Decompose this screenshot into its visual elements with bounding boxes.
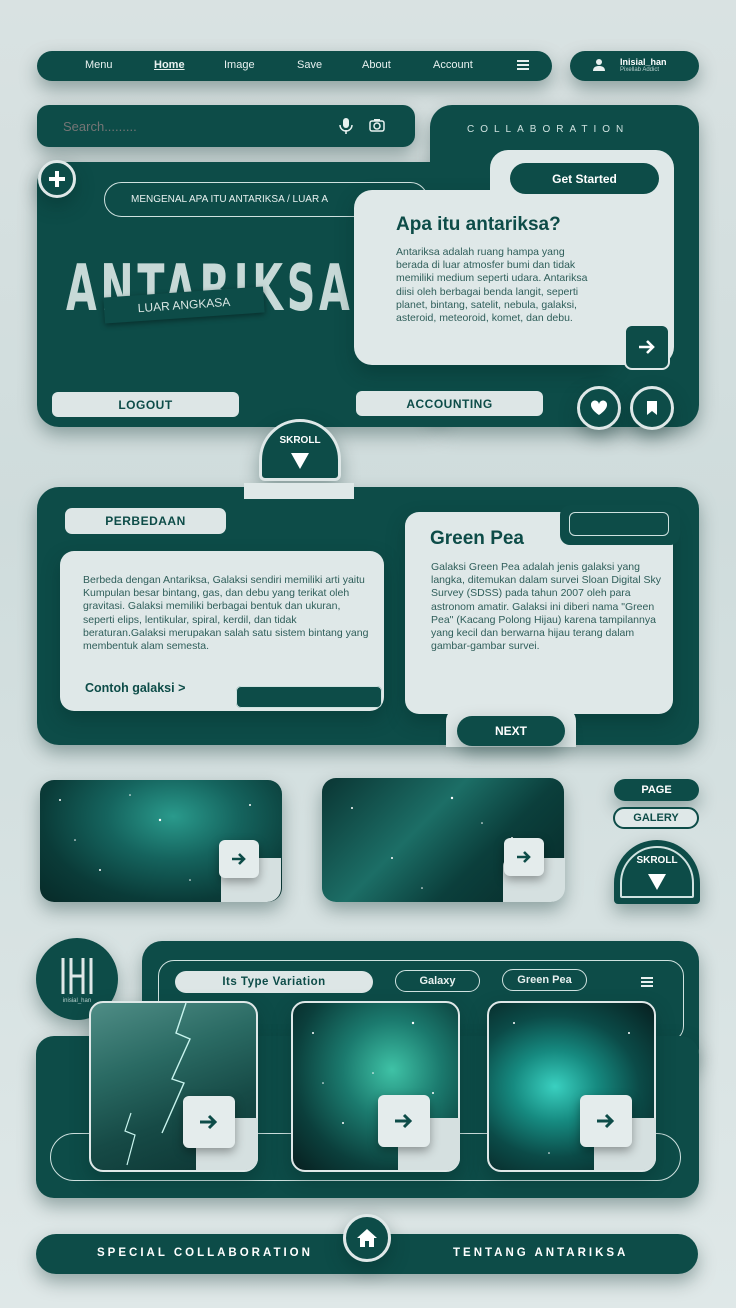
plus-icon (49, 171, 65, 187)
nav-image[interactable]: Image (224, 59, 255, 71)
scroll-label: SKROLL (279, 435, 321, 446)
nav-menu[interactable]: Menu (85, 59, 113, 71)
nav-home[interactable]: Home (154, 59, 185, 71)
next-button[interactable]: NEXT (457, 716, 565, 746)
hero-arrow-button[interactable] (624, 324, 670, 370)
top-nav: Menu Home Image Save About Account (37, 51, 552, 81)
user-icon (592, 58, 606, 72)
tab-galaxy[interactable]: Galaxy (395, 970, 480, 992)
footer-special-collaboration[interactable]: SPECIAL COLLABORATION (97, 1247, 313, 1259)
scroll-button[interactable]: SKROLL (259, 419, 341, 481)
search-input[interactable] (63, 115, 303, 137)
galaxy-definition-text: Berbeda dengan Antariksa, Galaksi sendir… (83, 574, 369, 653)
home-icon (357, 1229, 377, 1247)
nav-save[interactable]: Save (297, 59, 322, 71)
logo-mark-icon (61, 958, 93, 994)
footer-tentang-antariksa[interactable]: TENTANG ANTARIKSA (453, 1247, 628, 1259)
hero-card-title: Apa itu antariksa? (396, 214, 561, 235)
triangle-down-icon (648, 874, 666, 890)
arrow-right-icon (395, 1113, 413, 1129)
hamburger-icon-2[interactable] (641, 976, 653, 988)
logout-button[interactable]: LOGOUT (52, 392, 239, 417)
get-started-label[interactable]: Get Started (510, 163, 659, 194)
bookmark-button[interactable] (630, 386, 674, 430)
hero-big-title: ANTARIKSA (66, 252, 354, 326)
galery-button[interactable]: GALERY (613, 807, 699, 829)
arrow-right-icon (232, 853, 246, 865)
image2-arrow-button[interactable] (504, 838, 544, 876)
scroll-label-2: SKROLL (636, 855, 678, 866)
search-bar (37, 105, 415, 147)
card3-arrow-button[interactable] (580, 1095, 632, 1147)
nav-about[interactable]: About (362, 59, 391, 71)
collab-label: COLLABORATION (467, 124, 630, 135)
favorite-button[interactable] (577, 386, 621, 430)
tab-green-pea[interactable]: Green Pea (502, 969, 587, 991)
arrow-right-icon (639, 340, 655, 354)
green-pea-title: Green Pea (430, 528, 524, 549)
triangle-down-icon (291, 453, 309, 469)
hamburger-icon[interactable] (517, 59, 529, 71)
perbedaan-tag[interactable]: PERBEDAAN (65, 508, 226, 534)
nav-account[interactable]: Account (433, 59, 473, 71)
card2-arrow-button[interactable] (378, 1095, 430, 1147)
heart-icon (590, 400, 608, 415)
logo-caption: inisial_han (62, 998, 92, 1004)
hero-card-text: Antariksa adalah ruang hampa yang berada… (396, 246, 588, 325)
green-pea-text: Galaksi Green Pea adalah jenis galaksi y… (431, 561, 661, 653)
arrow-right-icon (597, 1113, 615, 1129)
panel-notch (244, 483, 354, 499)
image1-arrow-button[interactable] (219, 840, 259, 878)
profile-name: Inisial_han (620, 57, 667, 67)
arrow-right-icon (517, 851, 531, 863)
profile-subtitle: Pixellab Addict (620, 67, 660, 73)
microphone-icon[interactable] (339, 117, 353, 135)
arrow-right-icon (200, 1114, 218, 1130)
empty-field-left-outline (236, 686, 382, 708)
page-button[interactable]: PAGE (614, 779, 699, 801)
add-button[interactable] (38, 160, 76, 198)
card1-arrow-button[interactable] (183, 1096, 235, 1148)
contoh-galaksi-link[interactable]: Contoh galaksi > (85, 681, 185, 695)
home-button[interactable] (343, 1214, 391, 1262)
empty-field-right[interactable] (569, 512, 669, 536)
type-variation-heading: Its Type Variation (175, 971, 373, 993)
bookmark-icon (647, 401, 657, 415)
profile-chip[interactable]: Inisial_han Pixellab Addict (570, 51, 699, 81)
scroll-button-2[interactable]: SKROLL (614, 840, 700, 904)
accounting-button[interactable]: ACCOUNTING (356, 391, 543, 416)
camera-icon[interactable] (369, 118, 385, 132)
